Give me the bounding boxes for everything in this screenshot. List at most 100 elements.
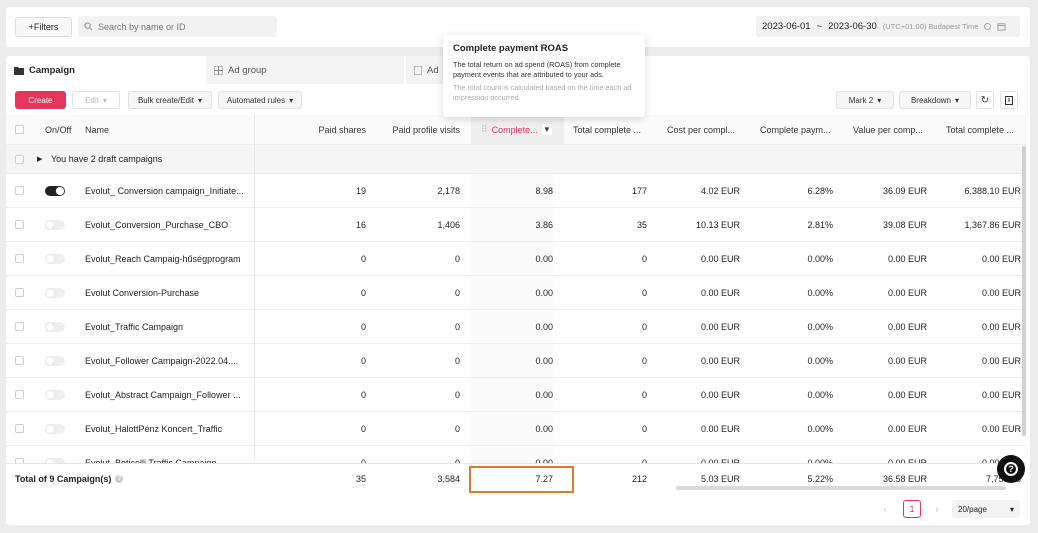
cell-vpc: 0.00 EUR (887, 355, 927, 366)
info-icon (984, 23, 992, 30)
cell-vpc: 0.00 EUR (887, 321, 927, 332)
breakdown-button[interactable]: Breakdown ▾ (899, 91, 971, 109)
campaign-name[interactable]: Evolut_HalottPénz Koncert_Traffic (85, 412, 250, 445)
campaign-name[interactable]: Evolut_Abstract Campaign_Follower ... (85, 378, 250, 411)
mark-button[interactable]: Mark 2 ▾ (836, 91, 894, 109)
automated-rules-button[interactable]: Automated rules ▾ (218, 91, 302, 109)
page-size-label: 20/page (958, 504, 987, 514)
grid-icon (214, 65, 223, 75)
status-toggle[interactable] (45, 242, 69, 275)
tab-ad[interactable]: Ad (406, 56, 446, 84)
row-checkbox[interactable] (15, 344, 29, 377)
cell-rate: 2.81% (807, 219, 833, 230)
roas-highlight-box (469, 466, 574, 493)
status-toggle[interactable] (45, 276, 69, 309)
draft-checkbox[interactable] (15, 145, 29, 173)
row-checkbox[interactable] (15, 174, 29, 207)
campaign-name[interactable]: Evolut_Conversion_Purchase_CBO (85, 208, 250, 241)
page-size-select[interactable]: 20/page ▾ (952, 500, 1020, 518)
col-total-complete[interactable]: Total complete ... (573, 115, 651, 144)
tab-ad-group-label: Ad group (228, 64, 267, 76)
col-complete-roas[interactable]: ⠿ Complete... ▾ (471, 115, 564, 144)
edit-label: Edit (85, 95, 99, 105)
campaign-name[interactable]: Evolut_Reach Campaig-hűségprogram (85, 242, 250, 275)
status-toggle[interactable] (45, 344, 69, 377)
status-toggle[interactable] (45, 174, 69, 207)
campaign-name[interactable]: Evolut_ Conversion campaign_Initiate... (85, 174, 250, 207)
help-button[interactable]: ? (997, 455, 1025, 483)
cell-roas: 0.00 (471, 310, 553, 343)
table-row[interactable]: Evolut Conversion-Purchase 0 0 0.00 0 0.00 EU… (6, 276, 1026, 310)
export-button[interactable] (1000, 91, 1018, 109)
col-complete-rate[interactable]: Complete paym... (760, 115, 838, 144)
bulk-edit-button[interactable]: Bulk create/Edit ▾ (128, 91, 212, 109)
table-row[interactable]: Evolut_Conversion_Purchase_CBO 16 1,406 3.8… (6, 208, 1026, 242)
mark-label: Mark 2 (848, 95, 874, 105)
cell-rate: 0.00% (807, 253, 833, 264)
table-row[interactable]: Evolut_HalottPénz Koncert_Traffic 0 0 0.00 0… (6, 412, 1026, 446)
status-toggle[interactable] (45, 412, 69, 445)
filters-button[interactable]: +Filters (15, 17, 72, 37)
campaign-table: On/Off Name Paid shares Paid profile vis… (6, 115, 1026, 480)
cell-visits: 0 (454, 389, 460, 400)
edit-button[interactable]: Edit ▾ (72, 91, 120, 109)
create-button[interactable]: Create (15, 91, 66, 109)
search-input[interactable] (98, 21, 268, 32)
table-row[interactable]: Evolut_Reach Campaig-hűségprogram 0 0 0.00 0… (6, 242, 1026, 276)
cell-shares: 0 (360, 423, 366, 434)
cell-value: 6,388.10 EUR (964, 185, 1021, 196)
status-toggle[interactable] (45, 208, 69, 241)
total-paid-shares: 35 (355, 474, 366, 484)
cell-value: 0.00 EUR (981, 355, 1021, 366)
caret-right-icon[interactable]: ▶ (37, 145, 47, 173)
status-toggle[interactable] (45, 310, 69, 343)
table-row[interactable]: Evolut_Follower Campaign-2022.04.... 0 0 0.… (6, 344, 1026, 378)
table-row[interactable]: Evolut_Traffic Campaign 0 0 0.00 0 0.00 EUR 0.… (6, 310, 1026, 344)
row-checkbox[interactable] (15, 208, 29, 241)
row-checkbox[interactable] (15, 412, 29, 445)
table-header: On/Off Name Paid shares Paid profile vis… (6, 115, 1026, 145)
table-row[interactable]: Evolut_Abstract Campaign_Follower ... 0 0 0… (6, 378, 1026, 412)
tab-ad-group[interactable]: Ad group (206, 56, 404, 84)
prev-page-button[interactable]: ‹ (876, 500, 894, 518)
sort-dropdown-icon[interactable]: ▾ (541, 124, 553, 135)
cell-rate: 0.00% (807, 423, 833, 434)
next-page-button[interactable]: › (928, 500, 946, 518)
date-range-picker[interactable]: 2023-06-01 ~ 2023-06-30 (UTC+01:00) Buda… (756, 16, 1020, 37)
col-value-per-complete[interactable]: Value per comp... (853, 115, 931, 144)
table-row[interactable]: Evolut_ Conversion campaign_Initiate... 1… (6, 174, 1026, 208)
col-total-complete-value[interactable]: Total complete ... (946, 115, 1024, 144)
draft-banner-text: You have 2 draft campaigns (51, 154, 163, 164)
cell-roas: 0.00 (471, 276, 553, 309)
row-checkbox[interactable] (15, 310, 29, 343)
page-1-button[interactable]: 1 (903, 500, 921, 518)
cell-visits: 0 (454, 423, 460, 434)
cell-vpc: 0.00 EUR (887, 389, 927, 400)
folder-icon (14, 66, 24, 75)
refresh-button[interactable]: ↻ (976, 91, 994, 109)
row-checkbox[interactable] (15, 242, 29, 275)
date-start: 2023-06-01 (762, 21, 811, 32)
automated-rules-label: Automated rules (226, 95, 286, 105)
horizontal-scrollbar[interactable] (676, 486, 1006, 490)
campaign-name[interactable]: Evolut_Traffic Campaign (85, 310, 250, 343)
cell-shares: 0 (360, 389, 366, 400)
tab-campaign[interactable]: Campaign (6, 56, 204, 84)
col-paid-shares[interactable]: Paid shares (266, 115, 366, 144)
cell-vpc: 0.00 EUR (887, 253, 927, 264)
vertical-scrollbar[interactable] (1022, 146, 1026, 436)
campaign-name[interactable]: Evolut_Follower Campaign-2022.04.... (85, 344, 250, 377)
col-paid-profile-visits[interactable]: Paid profile visits (366, 115, 460, 144)
search-box[interactable] (78, 16, 277, 37)
campaign-name[interactable]: Evolut Conversion-Purchase (85, 276, 250, 309)
draft-banner-row[interactable]: ▶ You have 2 draft campaigns (6, 145, 1026, 174)
date-end: 2023-06-30 (828, 21, 877, 32)
status-toggle[interactable] (45, 378, 69, 411)
cell-visits: 1,406 (437, 219, 460, 230)
col-cost-per-complete[interactable]: Cost per compl... (667, 115, 745, 144)
row-checkbox[interactable] (15, 276, 29, 309)
select-all-checkbox[interactable] (15, 115, 29, 144)
cell-visits: 0 (454, 321, 460, 332)
col-name[interactable]: Name (85, 115, 245, 144)
row-checkbox[interactable] (15, 378, 29, 411)
